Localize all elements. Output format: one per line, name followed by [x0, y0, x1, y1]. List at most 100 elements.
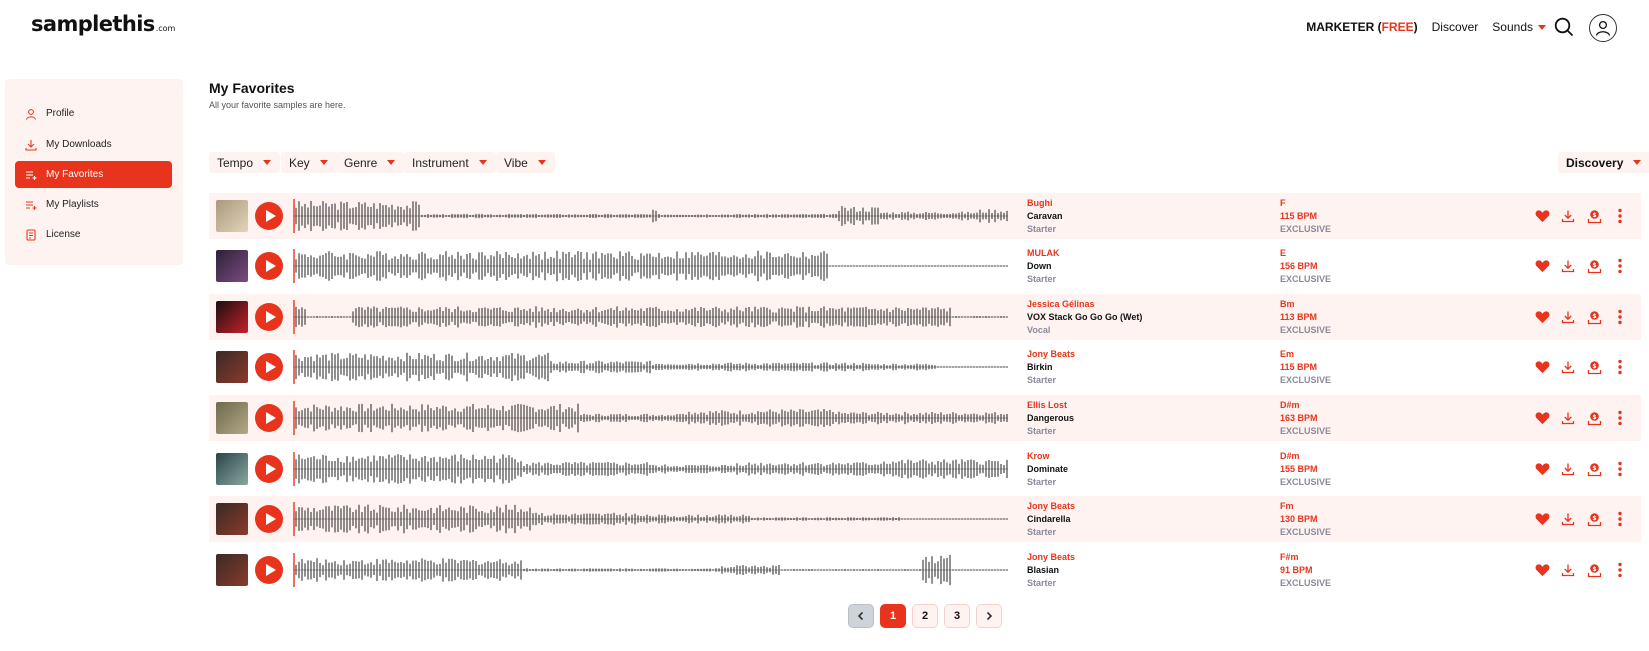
track-row[interactable]: Krow Dominate Starter D#m 155 BPM EXCLUSIVE $: [209, 446, 1641, 492]
waveform[interactable]: [293, 197, 1008, 235]
download-icon[interactable]: [1559, 356, 1577, 378]
logo[interactable]: samplethis.com: [31, 12, 175, 36]
heart-icon[interactable]: [1533, 306, 1551, 328]
filter-tempo[interactable]: Tempo: [209, 152, 281, 173]
track-artist[interactable]: Bughi: [1027, 197, 1063, 210]
download-icon[interactable]: [1559, 508, 1577, 530]
download-icon[interactable]: [1559, 255, 1577, 277]
play-button[interactable]: [255, 353, 283, 381]
more-options-icon[interactable]: [1611, 559, 1629, 581]
play-button[interactable]: [255, 252, 283, 280]
track-row[interactable]: Jessica Gélinas VOX Stack Go Go Go (Wet) V…: [209, 294, 1641, 340]
track-row[interactable]: Bughi Caravan Starter F 115 BPM EXCLUSIVE $: [209, 193, 1641, 239]
license-purchase-icon[interactable]: $: [1585, 508, 1603, 530]
sort-dropdown[interactable]: Discovery: [1558, 152, 1649, 173]
track-row[interactable]: Ellis Lost Dangerous Starter D#m 163 BPM EXCL…: [209, 395, 1641, 441]
download-icon[interactable]: [1559, 306, 1577, 328]
waveform[interactable]: [293, 500, 1008, 538]
track-artist[interactable]: Jony Beats: [1027, 551, 1075, 564]
license-purchase-icon[interactable]: $: [1585, 458, 1603, 480]
download-icon[interactable]: [1559, 458, 1577, 480]
album-thumbnail[interactable]: [216, 351, 248, 383]
user-icon[interactable]: [1589, 14, 1617, 42]
track-row[interactable]: Jony Beats Birkin Starter Em 115 BPM EXCLUSIV…: [209, 344, 1641, 390]
heart-icon[interactable]: [1533, 407, 1551, 429]
license-purchase-icon[interactable]: $: [1585, 306, 1603, 328]
track-artist[interactable]: Krow: [1027, 450, 1068, 463]
page-button-1[interactable]: 1: [880, 604, 906, 628]
heart-icon[interactable]: [1533, 458, 1551, 480]
heart-icon[interactable]: [1533, 508, 1551, 530]
track-row[interactable]: MULAK Down Starter E 156 BPM EXCLUSIVE $: [209, 243, 1641, 289]
sidebar-item-my-downloads[interactable]: My Downloads: [15, 131, 172, 158]
heart-icon[interactable]: [1533, 255, 1551, 277]
track-title[interactable]: Down: [1027, 260, 1060, 273]
track-title[interactable]: VOX Stack Go Go Go (Wet): [1027, 311, 1142, 324]
sounds-menu[interactable]: Sounds: [1492, 20, 1546, 34]
play-button[interactable]: [255, 303, 283, 331]
sidebar-item-my-playlists[interactable]: My Playlists: [15, 191, 172, 218]
track-artist[interactable]: Jessica Gélinas: [1027, 298, 1142, 311]
play-button[interactable]: [255, 202, 283, 230]
license-purchase-icon[interactable]: $: [1585, 559, 1603, 581]
license-purchase-icon[interactable]: $: [1585, 356, 1603, 378]
plan-badge[interactable]: MARKETER (FREE): [1306, 20, 1417, 34]
track-artist[interactable]: Jony Beats: [1027, 500, 1075, 513]
more-options-icon[interactable]: [1611, 356, 1629, 378]
license-purchase-icon[interactable]: $: [1585, 205, 1603, 227]
sidebar-item-license[interactable]: License: [15, 221, 172, 248]
play-button[interactable]: [255, 505, 283, 533]
filter-instrument[interactable]: Instrument: [404, 152, 496, 173]
license-purchase-icon[interactable]: $: [1585, 255, 1603, 277]
prev-page-button[interactable]: [848, 604, 874, 628]
discover-link[interactable]: Discover: [1432, 20, 1479, 34]
play-button[interactable]: [255, 404, 283, 432]
heart-icon[interactable]: [1533, 205, 1551, 227]
album-thumbnail[interactable]: [216, 200, 248, 232]
filter-genre[interactable]: Genre: [336, 152, 405, 173]
album-thumbnail[interactable]: [216, 503, 248, 535]
waveform[interactable]: [293, 247, 1008, 285]
track-title[interactable]: Birkin: [1027, 361, 1075, 374]
track-title[interactable]: Cindarella: [1027, 513, 1075, 526]
download-icon[interactable]: [1559, 559, 1577, 581]
more-options-icon[interactable]: [1611, 508, 1629, 530]
waveform[interactable]: [293, 399, 1008, 437]
download-icon[interactable]: [1559, 407, 1577, 429]
next-page-button[interactable]: [976, 604, 1002, 628]
sidebar-item-my-favorites[interactable]: My Favorites: [15, 161, 172, 188]
play-button[interactable]: [255, 556, 283, 584]
track-title[interactable]: Blasian: [1027, 564, 1075, 577]
sidebar-item-profile[interactable]: Profile: [15, 100, 172, 127]
more-options-icon[interactable]: [1611, 255, 1629, 277]
more-options-icon[interactable]: [1611, 205, 1629, 227]
play-button[interactable]: [255, 455, 283, 483]
album-thumbnail[interactable]: [216, 554, 248, 586]
page-button-2[interactable]: 2: [912, 604, 938, 628]
track-row[interactable]: Jony Beats Blasian Starter F#m 91 BPM EXCLUSI…: [209, 547, 1641, 593]
filter-key[interactable]: Key: [281, 152, 337, 173]
waveform[interactable]: [293, 298, 1008, 336]
album-thumbnail[interactable]: [216, 250, 248, 282]
album-thumbnail[interactable]: [216, 402, 248, 434]
track-row[interactable]: Jony Beats Cindarella Starter Fm 130 BPM EXCL…: [209, 496, 1641, 542]
album-thumbnail[interactable]: [216, 301, 248, 333]
more-options-icon[interactable]: [1611, 458, 1629, 480]
search-icon[interactable]: [1554, 17, 1574, 37]
track-artist[interactable]: Ellis Lost: [1027, 399, 1074, 412]
track-title[interactable]: Caravan: [1027, 210, 1063, 223]
more-options-icon[interactable]: [1611, 407, 1629, 429]
track-artist[interactable]: Jony Beats: [1027, 348, 1075, 361]
track-title[interactable]: Dominate: [1027, 463, 1068, 476]
waveform[interactable]: [293, 348, 1008, 386]
waveform[interactable]: [293, 450, 1008, 488]
filter-vibe[interactable]: Vibe: [496, 152, 555, 173]
heart-icon[interactable]: [1533, 356, 1551, 378]
license-purchase-icon[interactable]: $: [1585, 407, 1603, 429]
album-thumbnail[interactable]: [216, 453, 248, 485]
page-button-3[interactable]: 3: [944, 604, 970, 628]
track-artist[interactable]: MULAK: [1027, 247, 1060, 260]
heart-icon[interactable]: [1533, 559, 1551, 581]
more-options-icon[interactable]: [1611, 306, 1629, 328]
waveform[interactable]: [293, 551, 1008, 589]
